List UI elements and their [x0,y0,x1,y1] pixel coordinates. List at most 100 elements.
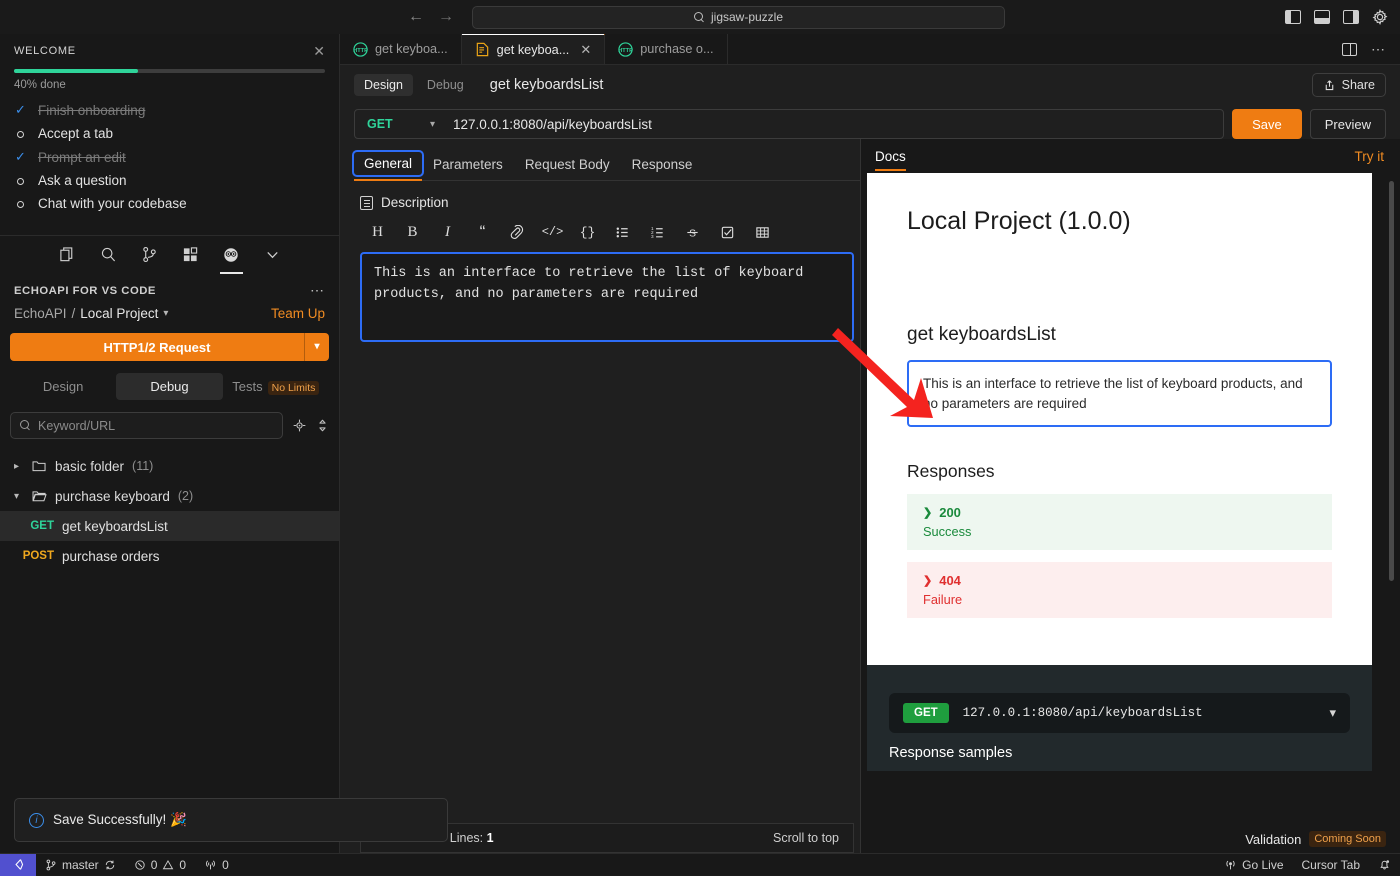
breadcrumb-path[interactable]: EchoAPI / Local Project ▾ [14,306,168,321]
share-button[interactable]: Share [1312,73,1386,97]
chevron-right-icon[interactable]: ▸ [14,461,24,472]
echoapi-tab-tests[interactable]: TestsNo Limits [223,373,329,400]
ellipsis-icon[interactable]: ⋯ [1371,41,1386,58]
bold-icon[interactable]: B [395,220,430,244]
tree-request-get-keyboardsList[interactable]: GETget keyboardsList [0,511,339,541]
layout-sidebar-right-icon[interactable] [1343,10,1359,24]
layout-sidebar-left-icon[interactable] [1285,10,1301,24]
toast-notification[interactable]: i Save Successfully! 🎉 [14,798,448,842]
chevron-down-icon[interactable] [263,245,282,264]
editor-mode-design[interactable]: Design [354,74,413,96]
onboarding-progress-bar [14,69,325,73]
status-go-live[interactable]: Go Live [1215,858,1292,872]
sort-updown-icon[interactable] [316,419,329,432]
table-icon[interactable] [745,220,780,244]
onboarding-task[interactable]: ✓Prompt an edit [14,149,325,165]
request-tab-parameters[interactable]: Parameters [422,157,514,180]
new-http-request-button[interactable]: HTTP1/2 Request ▾ [10,333,329,361]
echoapi-tab-design[interactable]: Design [10,373,116,400]
validation-label: Validation [1245,832,1301,847]
title-bar: ← → jigsaw-puzzle [0,0,1400,34]
tree-folder-basic-folder[interactable]: ▸basic folder(11) [0,451,339,481]
italic-icon[interactable]: I [430,220,465,244]
bullet-list-icon[interactable] [605,220,640,244]
status-ports[interactable]: 0 [195,858,238,872]
gear-icon[interactable] [1372,9,1388,25]
link-icon[interactable] [500,220,535,244]
code-icon[interactable]: </> [535,220,570,244]
docs-response-text: Success [923,524,1316,539]
docs-scrollbar[interactable] [1389,181,1394,581]
method-selector[interactable]: GET ▾ [355,117,447,131]
source-control-icon[interactable] [140,245,159,264]
go-live-label: Go Live [1242,858,1283,872]
team-up-button[interactable]: Team Up [271,306,325,321]
echoapi-mode-tabs: DesignDebugTestsNo Limits [10,373,329,400]
request-tab-request-body[interactable]: Request Body [514,157,621,180]
onboarding-task[interactable]: ✓Finish onboarding [14,102,325,118]
code-block-icon[interactable]: {} [570,220,605,244]
strikethrough-icon[interactable]: S [675,220,710,244]
docs-url-card[interactable]: GET 127.0.0.1:8080/api/keyboardsList ▾ [889,693,1350,733]
try-it-button[interactable]: Try it [1355,149,1400,164]
editor-mode-debug[interactable]: Debug [417,74,474,96]
split-editor-icon[interactable] [1342,43,1357,56]
chevron-down-icon[interactable]: ▾ [1329,705,1336,721]
scroll-to-top-button[interactable]: Scroll to top [773,831,839,845]
ellipsis-icon[interactable]: ⋯ [310,282,325,299]
status-problems[interactable]: 0 0 [125,858,195,872]
chevron-down-icon[interactable]: ▾ [163,308,168,319]
save-button[interactable]: Save [1232,109,1302,139]
preview-button[interactable]: Preview [1310,109,1386,139]
editor-tab[interactable]: HTTPpurchase o... [605,34,727,64]
circle-icon [14,196,27,211]
editor-mode-tabs: DesignDebug [354,74,474,96]
layout-panel-bottom-icon[interactable] [1314,10,1330,24]
editor-tab[interactable]: get keyboa...✕ [462,34,606,64]
crosshair-icon[interactable] [293,419,306,432]
chevron-down-icon[interactable]: ▾ [14,491,24,502]
tab-docs[interactable]: Docs [875,140,906,173]
url-input[interactable]: GET ▾ 127.0.0.1:8080/api/keyboardsList [354,109,1224,139]
request-tab-response[interactable]: Response [621,157,704,180]
heading-icon[interactable]: H [360,220,395,244]
command-center-search[interactable]: jigsaw-puzzle [472,6,1005,29]
editor-tab[interactable]: HTTPget keyboa... [340,34,462,64]
status-branch[interactable]: master [36,858,125,872]
docs-response-200[interactable]: ❯200Success [907,494,1332,550]
search-input[interactable]: Keyword/URL [10,412,283,439]
close-icon[interactable]: ✕ [580,42,591,58]
checklist-icon[interactable] [710,220,745,244]
numbered-list-icon[interactable]: 123 [640,220,675,244]
chevron-down-icon[interactable]: ▾ [304,333,329,361]
onboarding-task[interactable]: Chat with your codebase [14,196,325,211]
bell-dot-icon[interactable] [1369,858,1400,871]
onboarding-task[interactable]: Accept a tab [14,126,325,141]
close-icon[interactable]: ✕ [313,44,325,58]
docs-responses-heading: Responses [907,461,1332,482]
request-config-pane: GeneralParametersRequest BodyResponse De… [340,139,860,853]
editor-tab-bar: HTTPget keyboa...get keyboa...✕HTTPpurch… [340,34,1400,65]
chevron-right-icon[interactable]: ❯ [923,574,932,587]
arrow-left-icon[interactable]: ← [408,9,424,25]
quote-icon[interactable]: “ [465,220,500,244]
explorer-icon[interactable] [58,245,77,264]
request-tab-general[interactable]: General [354,152,422,175]
onboarding-task[interactable]: Ask a question [14,173,325,188]
description-textarea[interactable]: This is an interface to retrieve the lis… [360,252,854,342]
remote-window-icon[interactable] [0,854,36,876]
extensions-icon[interactable] [181,245,200,264]
tree-folder-purchase-keyboard[interactable]: ▾purchase keyboard(2) [0,481,339,511]
chevron-right-icon[interactable]: ❯ [923,506,932,519]
tree-request-purchase-orders[interactable]: POSTpurchase orders [0,541,339,571]
onboarding-task-label: Prompt an edit [38,150,126,165]
status-cursor-tab[interactable]: Cursor Tab [1293,858,1369,872]
docs-response-404[interactable]: ❯404Failure [907,562,1332,618]
echoapi-tab-debug[interactable]: Debug [116,373,222,400]
arrow-right-icon[interactable]: → [438,9,454,25]
echoapi-icon[interactable] [222,245,241,264]
search-icon[interactable] [99,245,118,264]
ports-count: 0 [222,858,229,872]
search-icon [20,420,31,431]
request-tree: ▸basic folder(11)▾purchase keyboard(2)GE… [0,451,339,571]
